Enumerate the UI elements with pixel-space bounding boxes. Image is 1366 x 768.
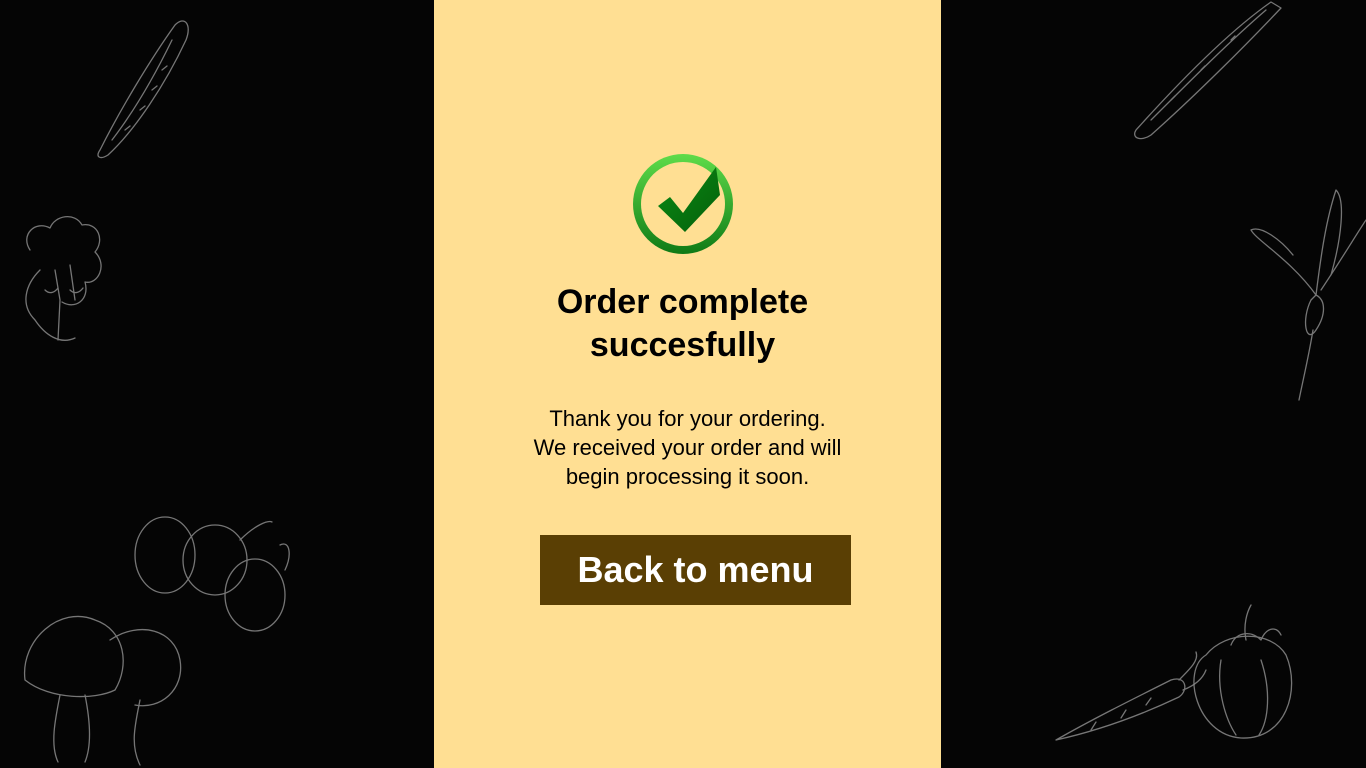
title-line-1: Order complete xyxy=(556,283,809,321)
tomato-icon xyxy=(1193,604,1293,739)
carrot-icon xyxy=(1055,651,1207,741)
order-confirmation-panel: Order complete succesfully Thank you for… xyxy=(434,0,941,768)
check-circle-icon xyxy=(628,149,738,259)
cucumber-icon xyxy=(97,20,189,159)
message-line-3: begin processing it soon. xyxy=(565,464,810,489)
left-vegetable-doodles xyxy=(24,20,290,766)
title-line-2: succesfully xyxy=(589,326,776,364)
back-to-menu-button[interactable]: Back to menu xyxy=(540,535,851,605)
left-chalkboard-background xyxy=(0,0,434,768)
right-vegetable-doodles xyxy=(1055,1,1366,741)
mushroom-icon xyxy=(24,615,182,766)
message-line-2: We received your order and will xyxy=(533,435,842,460)
radish-icon xyxy=(1250,189,1366,401)
message-line-1: Thank you for your ordering. xyxy=(549,406,826,431)
cucumber-icon xyxy=(1134,1,1282,140)
broccoli-icon xyxy=(25,216,102,341)
confirmation-message: Thank you for your ordering. We received… xyxy=(434,404,941,491)
page-title: Order complete succesfully xyxy=(434,281,931,367)
right-chalkboard-background xyxy=(941,0,1366,768)
grapes-icon xyxy=(134,516,290,632)
